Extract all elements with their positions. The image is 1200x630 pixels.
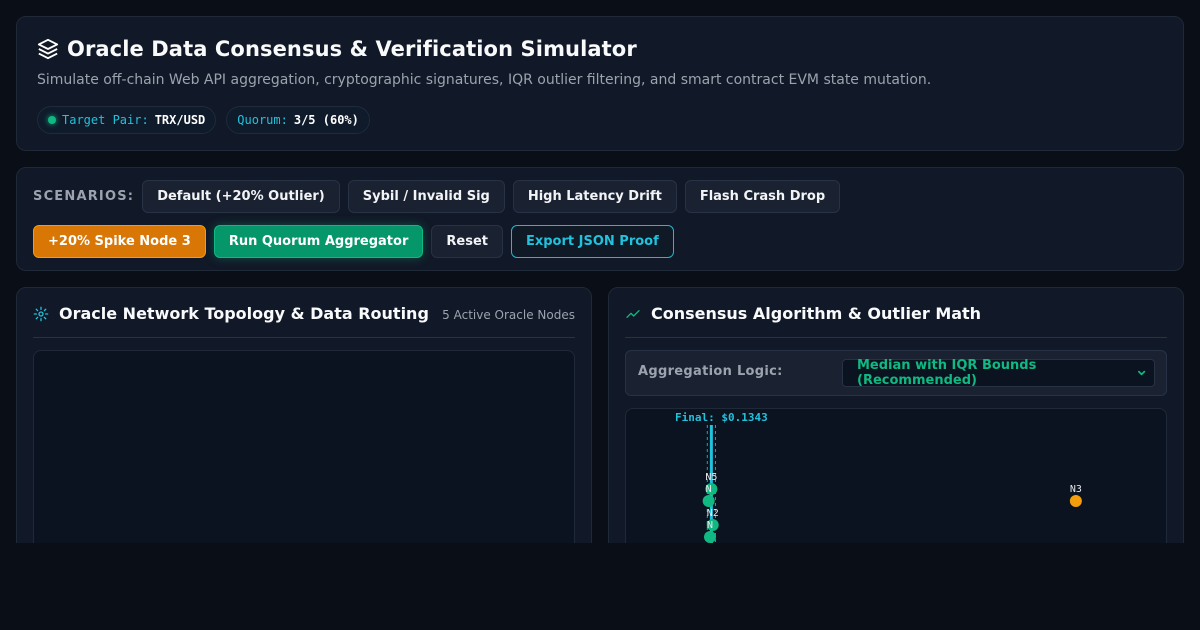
aggregation-logic-select[interactable]: Median with IQR Bounds (Recommended) xyxy=(842,358,1155,388)
chevron-down-icon xyxy=(1137,370,1145,376)
aggregation-logic-value: Median with IQR Bounds (Recommended) xyxy=(857,358,1037,388)
quorum-badge: Quorum: 3/5 (60%) xyxy=(226,106,370,134)
status-dot-icon xyxy=(48,116,56,124)
page-subtitle: Simulate off-chain Web API aggregation, … xyxy=(37,72,932,88)
consensus-title-wrap: Consensus Algorithm & Outlier Math xyxy=(625,304,981,323)
topology-title-wrap: Oracle Network Topology & Data Routing xyxy=(33,304,429,323)
export-json-button[interactable]: Export JSON Proof xyxy=(510,225,674,258)
page-title: Oracle Data Consensus & Verification Sim… xyxy=(67,37,637,61)
consensus-title: Consensus Algorithm & Outlier Math xyxy=(651,304,982,323)
quorum-label: Quorum: xyxy=(237,113,288,127)
consensus-header: Consensus Algorithm & Outlier Math xyxy=(625,304,1167,338)
layers-icon xyxy=(37,38,59,60)
consensus-panel: Consensus Algorithm & Outlier Math Aggre… xyxy=(608,287,1184,608)
scenario-flash-crash-button[interactable]: Flash Crash Drop xyxy=(684,180,841,213)
point-n-1 xyxy=(702,495,715,507)
aggregation-logic-label: Aggregation Logic: xyxy=(638,364,783,379)
point-label-2: N2 xyxy=(707,508,719,519)
target-pair-label: Target Pair: xyxy=(62,113,149,127)
topology-panel: Oracle Network Topology & Data Routing 5… xyxy=(16,287,592,590)
scenarios-label: SCENARIOS: xyxy=(33,189,135,204)
point-n-3 xyxy=(704,531,717,543)
topology-header: Oracle Network Topology & Data Routing 5… xyxy=(33,304,575,338)
run-aggregator-button[interactable]: Run Quorum Aggregator xyxy=(213,225,424,258)
spike-node-button[interactable]: +20% Spike Node 3 xyxy=(33,225,206,258)
viewport-cutoff xyxy=(0,543,1200,630)
topology-title: Oracle Network Topology & Data Routing xyxy=(59,304,429,323)
point-label-0: N5 xyxy=(705,472,717,483)
header-card: Oracle Data Consensus & Verification Sim… xyxy=(16,16,1184,151)
point-n3-4 xyxy=(1069,495,1082,507)
scenario-sybil-button[interactable]: Sybil / Invalid Sig xyxy=(347,180,505,213)
active-nodes-count: 5 Active Oracle Nodes xyxy=(442,308,575,322)
scenario-row: SCENARIOS: Default (+20% Outlier) Sybil … xyxy=(33,180,841,213)
point-label-4: N3 xyxy=(1070,484,1082,495)
scenario-default-button[interactable]: Default (+20% Outlier) xyxy=(142,180,340,213)
network-icon xyxy=(33,306,49,321)
title-row: Oracle Data Consensus & Verification Sim… xyxy=(37,37,637,61)
action-row: +20% Spike Node 3 Run Quorum Aggregator … xyxy=(33,225,674,258)
reset-button[interactable]: Reset xyxy=(431,225,503,258)
target-pair-badge: Target Pair: TRX/USD xyxy=(37,106,217,134)
point-label-1: N xyxy=(706,484,712,495)
scenarios-card: SCENARIOS: Default (+20% Outlier) Sybil … xyxy=(16,167,1184,271)
trend-line-icon xyxy=(626,309,640,318)
scenario-latency-button[interactable]: High Latency Drift xyxy=(512,180,677,213)
status-pills: Target Pair: TRX/USD Quorum: 3/5 (60%) xyxy=(37,106,370,134)
aggregation-logic-row: Aggregation Logic: Median with IQR Bound… xyxy=(625,350,1167,396)
quorum-value: 3/5 (60%) xyxy=(293,113,359,127)
target-pair-value: TRX/USD xyxy=(154,113,206,127)
final-value-label: Final: $0.1343 xyxy=(675,411,768,424)
point-label-3: N xyxy=(707,520,713,531)
